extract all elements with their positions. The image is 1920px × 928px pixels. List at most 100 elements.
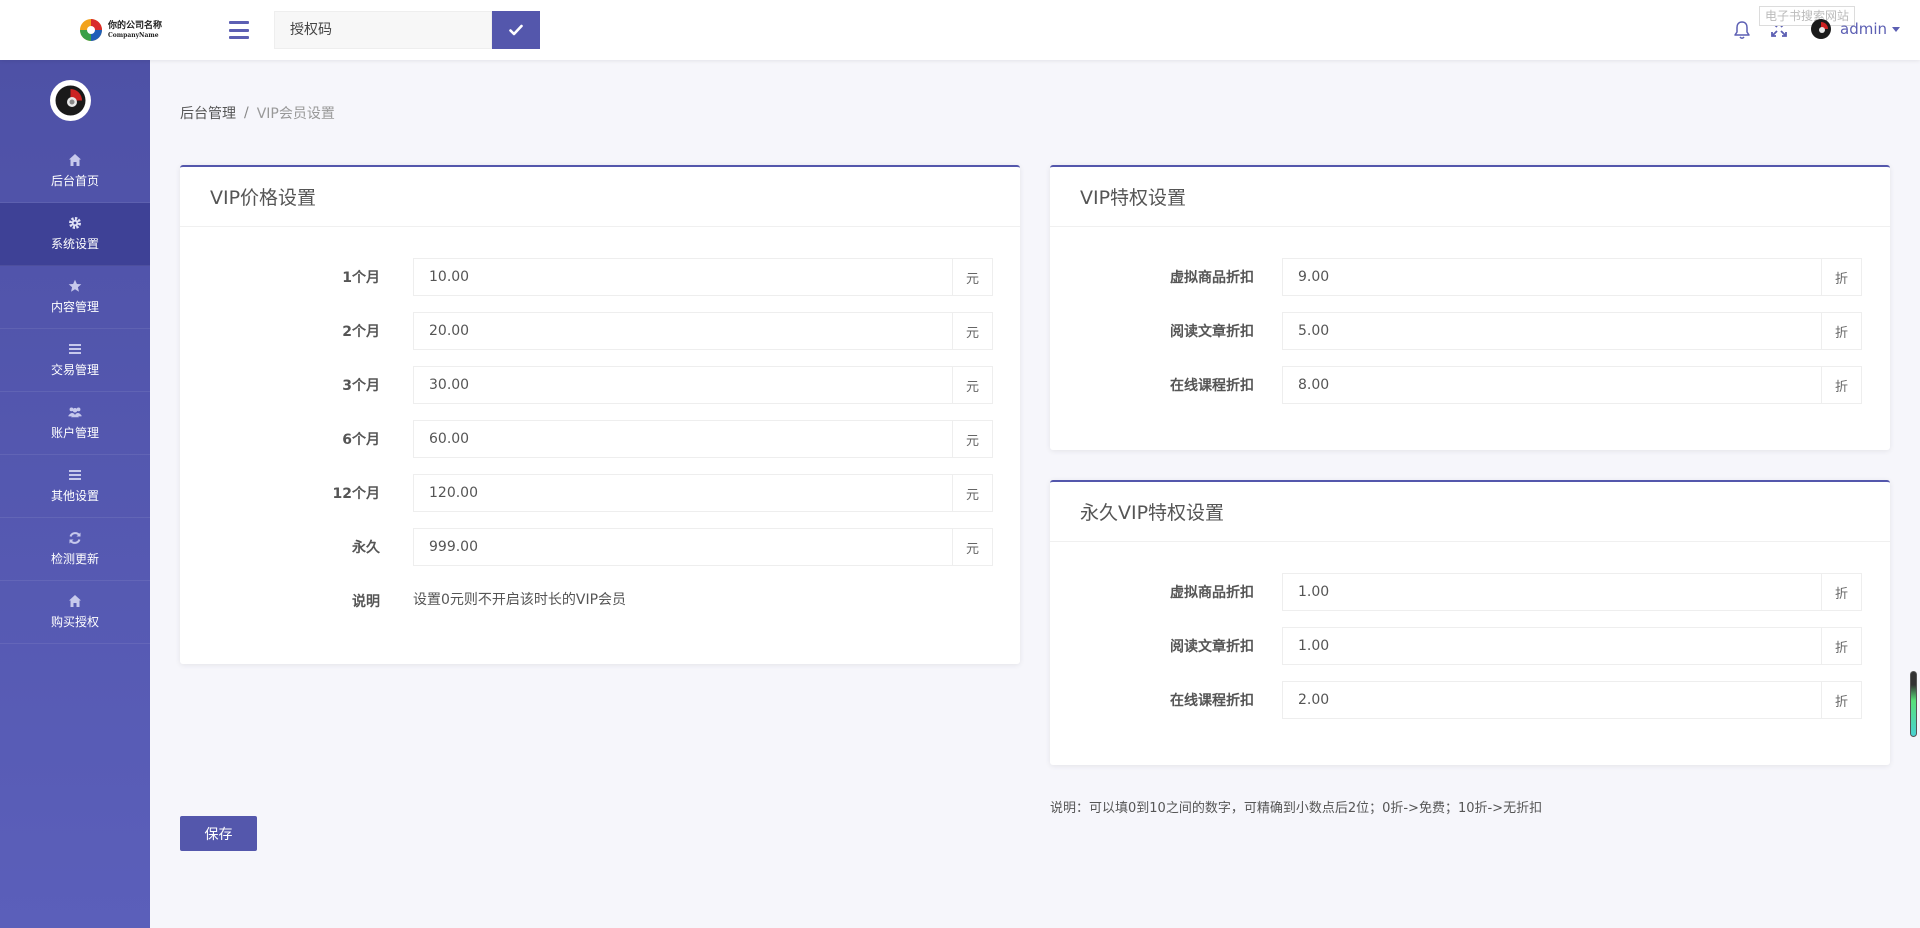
sidebar-item-other-settings[interactable]: 其他设置 — [0, 455, 150, 518]
unit-addon: 元 — [952, 474, 993, 512]
star-icon — [68, 279, 82, 292]
users-icon — [68, 407, 82, 418]
form-label: 在线课程折扣 — [1170, 693, 1254, 709]
card-header: 永久VIP特权设置 — [1050, 482, 1890, 542]
price-row-1-month: 1个月 元 — [180, 258, 1020, 296]
card-header: VIP价格设置 — [180, 167, 1020, 227]
sidebar-item-label: 内容管理 — [50, 300, 99, 314]
sidebar-avatar[interactable] — [50, 80, 91, 121]
unit-addon: 折 — [1821, 573, 1862, 611]
form-label: 在线课程折扣 — [1170, 378, 1254, 394]
form-label: 6个月 — [342, 432, 380, 448]
list-icon — [69, 470, 81, 480]
form-label: 永久 — [352, 540, 380, 556]
logo-name: 你的公司名称 — [108, 20, 163, 31]
price-6-months-input[interactable] — [413, 420, 952, 458]
unit-addon: 元 — [952, 258, 993, 296]
sidebar-item-label: 交易管理 — [50, 363, 99, 377]
user-avatar-icon — [1811, 19, 1831, 39]
logo-sub: CompanyName — [108, 31, 159, 39]
sidebar-item-label: 其他设置 — [50, 489, 99, 503]
bell-icon[interactable] — [1733, 20, 1751, 40]
breadcrumb-current: VIP会员设置 — [256, 106, 335, 122]
permanent-vip-privilege-card: 永久VIP特权设置 虚拟商品折扣 折 阅读文章折扣 折 在线课程折扣 折 — [1050, 480, 1890, 765]
perm-privilege-row-articles: 阅读文章折扣 折 — [1050, 627, 1890, 665]
home-icon — [69, 595, 81, 607]
price-row-permanent: 永久 元 — [180, 528, 1020, 566]
sidebar-item-label: 购买授权 — [50, 615, 99, 629]
scroll-indicator[interactable] — [1910, 671, 1917, 737]
user-name: admin — [1840, 20, 1887, 38]
auth-submit-button[interactable] — [492, 11, 540, 49]
input-group: 折 — [1282, 312, 1862, 350]
unit-addon: 折 — [1821, 312, 1862, 350]
sidebar-item-content[interactable]: 内容管理 — [0, 266, 150, 329]
sidebar-nav: 后台首页 系统设置 内容管理 交易管理 账户管理 其他设置 检测更新 购买授权 — [0, 140, 150, 644]
sidebar-item-accounts[interactable]: 账户管理 — [0, 392, 150, 455]
price-12-months-input[interactable] — [413, 474, 952, 512]
breadcrumb: 后台管理 / VIP会员设置 — [180, 103, 335, 123]
sidebar-item-check-update[interactable]: 检测更新 — [0, 518, 150, 581]
vip-course-discount-input[interactable] — [1282, 366, 1821, 404]
check-icon — [509, 24, 523, 36]
perm-course-discount-input[interactable] — [1282, 681, 1821, 719]
input-group: 元 — [413, 420, 993, 458]
user-menu[interactable]: admin — [1810, 14, 1900, 44]
home-icon — [69, 154, 81, 166]
form-label: 2个月 — [342, 324, 380, 340]
caret-down-icon — [1892, 26, 1900, 32]
price-permanent-input[interactable] — [413, 528, 952, 566]
form-label: 阅读文章折扣 — [1170, 324, 1254, 340]
unit-addon: 折 — [1821, 366, 1862, 404]
menu-toggle-icon[interactable] — [229, 21, 249, 39]
price-note-text: 设置0元则不开启该时长的VIP会员 — [413, 592, 627, 608]
unit-addon: 折 — [1821, 627, 1862, 665]
save-button[interactable]: 保存 — [180, 816, 257, 851]
input-group: 折 — [1282, 627, 1862, 665]
sidebar-item-home[interactable]: 后台首页 — [0, 140, 150, 203]
price-3-months-input[interactable] — [413, 366, 952, 404]
card-title: VIP价格设置 — [210, 187, 317, 209]
logo-icon — [80, 19, 102, 41]
vip-price-card: VIP价格设置 1个月 元 2个月 元 3个月 元 6个月 元 12个月 元 — [180, 165, 1020, 664]
company-logo[interactable]: 你的公司名称 CompanyName — [78, 16, 162, 44]
sidebar-item-buy-license[interactable]: 购买授权 — [0, 581, 150, 644]
input-group: 元 — [413, 474, 993, 512]
privilege-row-courses: 在线课程折扣 折 — [1050, 366, 1890, 404]
input-group: 元 — [413, 528, 993, 566]
discount-note: 说明：可以填0到10之间的数字，可精确到小数点后2位；0折->免费；10折->无… — [1050, 801, 1543, 816]
privilege-row-articles: 阅读文章折扣 折 — [1050, 312, 1890, 350]
form-label: 1个月 — [342, 270, 380, 286]
card-title: VIP特权设置 — [1080, 187, 1187, 209]
price-2-months-input[interactable] — [413, 312, 952, 350]
sidebar-item-trade[interactable]: 交易管理 — [0, 329, 150, 392]
form-label: 虚拟商品折扣 — [1170, 270, 1254, 286]
breadcrumb-root[interactable]: 后台管理 — [180, 103, 236, 123]
perm-privilege-row-courses: 在线课程折扣 折 — [1050, 681, 1890, 719]
form-label: 12个月 — [332, 486, 380, 502]
unit-addon: 折 — [1821, 258, 1862, 296]
form-label: 3个月 — [342, 378, 380, 394]
unit-addon: 元 — [952, 366, 993, 404]
card-header: VIP特权设置 — [1050, 167, 1890, 227]
breadcrumb-separator: / — [244, 105, 249, 121]
vip-article-discount-input[interactable] — [1282, 312, 1821, 350]
avatar-icon — [55, 85, 86, 116]
sidebar-item-label: 检测更新 — [50, 552, 99, 566]
unit-addon: 元 — [952, 528, 993, 566]
price-row-3-months: 3个月 元 — [180, 366, 1020, 404]
vip-virtual-goods-discount-input[interactable] — [1282, 258, 1821, 296]
perm-virtual-goods-discount-input[interactable] — [1282, 573, 1821, 611]
price-row-12-months: 12个月 元 — [180, 474, 1020, 512]
sidebar-item-system-settings[interactable]: 系统设置 — [0, 203, 150, 266]
perm-article-discount-input[interactable] — [1282, 627, 1821, 665]
unit-addon: 折 — [1821, 681, 1862, 719]
auth-code-input[interactable] — [274, 11, 492, 49]
sidebar-item-label: 后台首页 — [50, 174, 99, 188]
input-group: 元 — [413, 312, 993, 350]
unit-addon: 元 — [952, 420, 993, 458]
form-label: 虚拟商品折扣 — [1170, 585, 1254, 601]
price-1-month-input[interactable] — [413, 258, 952, 296]
input-group: 元 — [413, 366, 993, 404]
price-row-6-months: 6个月 元 — [180, 420, 1020, 458]
